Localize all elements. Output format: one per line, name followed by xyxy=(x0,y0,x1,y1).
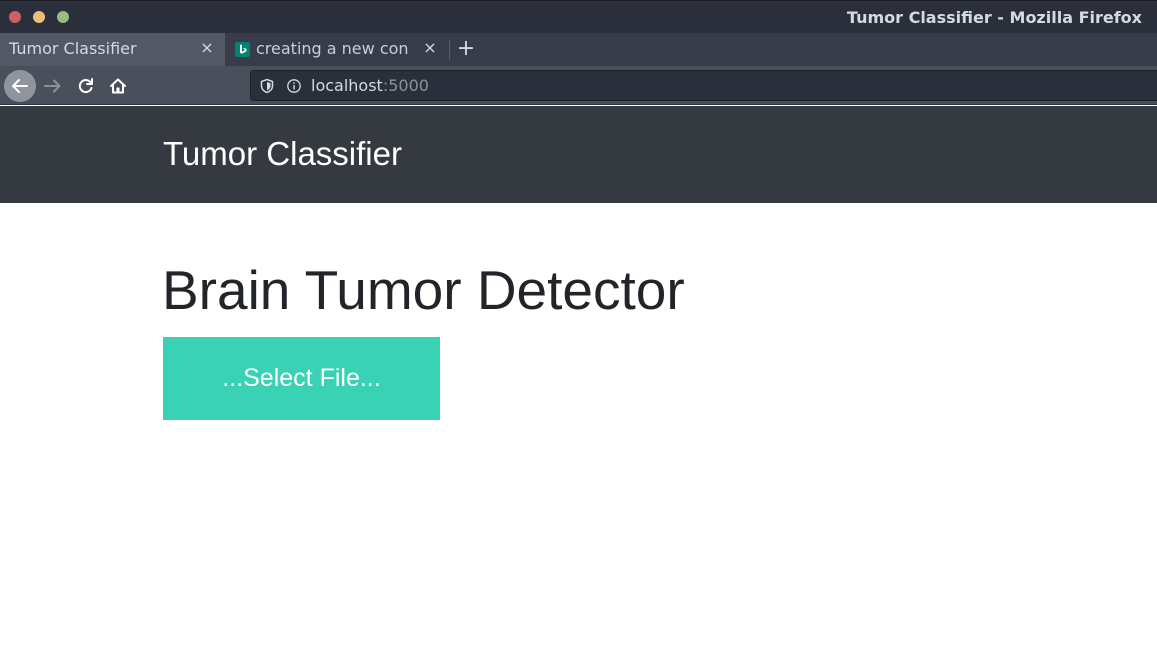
new-tab-button[interactable]: + xyxy=(455,38,477,60)
forward-arrow-icon xyxy=(44,79,61,93)
home-button[interactable] xyxy=(103,71,133,101)
site-brand[interactable]: Tumor Classifier xyxy=(163,135,402,173)
tab-bing-search[interactable]: creating a new con × xyxy=(226,33,448,66)
bing-icon xyxy=(235,42,250,57)
url-text[interactable]: localhost:5000 xyxy=(311,76,429,95)
forward-button[interactable] xyxy=(38,71,68,101)
tab-close-button[interactable]: × xyxy=(199,40,215,56)
tab-label: Tumor Classifier xyxy=(9,39,137,58)
url-host: localhost xyxy=(311,76,383,95)
tab-label: creating a new con xyxy=(256,39,409,58)
url-port: :5000 xyxy=(382,76,429,95)
window-title: Tumor Classifier - Mozilla Firefox xyxy=(846,8,1142,27)
window-maximize-button[interactable] xyxy=(57,11,69,23)
home-icon xyxy=(110,78,126,94)
site-info-icon[interactable] xyxy=(286,78,302,94)
tab-separator xyxy=(449,40,450,60)
reload-button[interactable] xyxy=(71,71,101,101)
tab-tumor-classifier[interactable]: Tumor Classifier × xyxy=(0,33,225,66)
site-navbar: Tumor Classifier xyxy=(0,106,1157,203)
tab-bar: Tumor Classifier × creating a new con × xyxy=(0,33,1157,66)
back-button[interactable] xyxy=(4,70,36,102)
window-minimize-button[interactable] xyxy=(33,11,45,23)
tab-close-button[interactable]: × xyxy=(422,40,438,56)
back-arrow-icon xyxy=(12,79,28,93)
navigation-toolbar: localhost:5000 xyxy=(0,66,1157,105)
url-bar[interactable]: localhost:5000 xyxy=(250,70,1157,101)
select-file-button[interactable]: ...Select File... xyxy=(163,337,440,420)
window-close-button[interactable] xyxy=(9,11,21,23)
page-title: Brain Tumor Detector xyxy=(162,259,685,321)
window-titlebar: Tumor Classifier - Mozilla Firefox xyxy=(0,0,1157,33)
reload-icon xyxy=(78,78,93,94)
tracking-shield-icon[interactable] xyxy=(259,78,275,94)
